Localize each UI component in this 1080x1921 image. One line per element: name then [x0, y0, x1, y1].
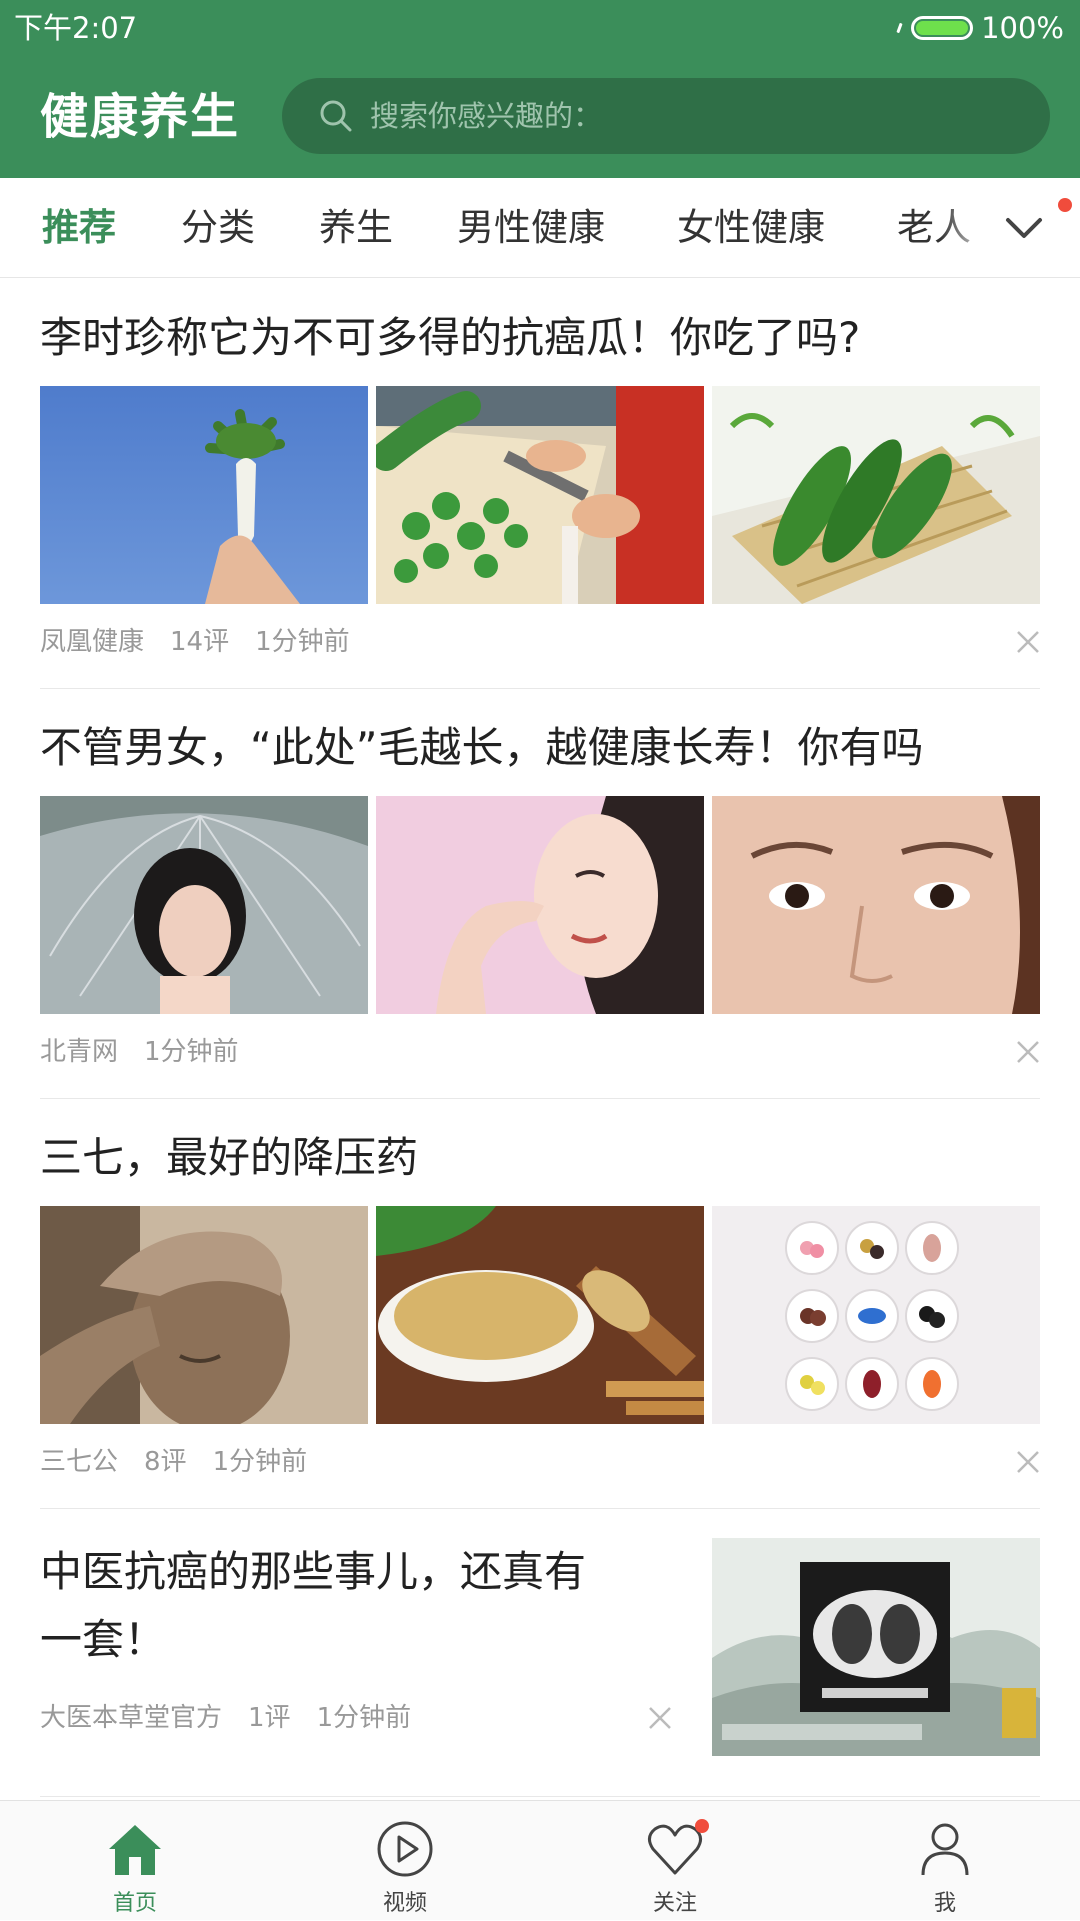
article-card[interactable]: 不管男女，“此处”毛越长，越健康长寿！你有吗 北青网 1分钟前 [40, 688, 1040, 1098]
nav-follow[interactable]: 关注 [575, 1801, 775, 1921]
article-meta: 三七公 8评 1分钟前 [40, 1442, 307, 1482]
nav-label: 关注 [652, 1891, 697, 1916]
close-icon [649, 1707, 671, 1729]
dismiss-button[interactable] [640, 1698, 680, 1738]
status-time: 下午2:07 [14, 11, 138, 45]
follow-badge [695, 1819, 709, 1833]
article-source: 大医本草堂官方 [40, 1703, 223, 1733]
cutting-bitter-melon-image [376, 386, 704, 604]
article-title[interactable]: 不管男女，“此处”毛越长，越健康长寿！你有吗 [40, 720, 924, 776]
tab-womens-health[interactable]: 女性健康 [677, 178, 825, 277]
article-source: 凤凰健康 [40, 627, 145, 657]
article-source: 北青网 [40, 1037, 119, 1067]
dismiss-button[interactable] [1008, 1032, 1048, 1072]
pills-cups-image [712, 1206, 1040, 1424]
publish-time: 1分钟前 [144, 1037, 239, 1067]
category-tabs: 推荐 分类 养生 男性健康 女性健康 老人 [0, 178, 1080, 278]
play-icon [375, 1819, 435, 1881]
article-feed[interactable]: 李时珍称它为不可多得的抗癌瓜！你吃了吗? 凤凰健康 14评 1分钟前 不管男女，… [0, 278, 1080, 1800]
comment-count: 8评 [144, 1447, 187, 1477]
signal-icon [896, 22, 903, 34]
divider [40, 1796, 1040, 1797]
app-header: 下午2:07 100% 健康养生 [0, 0, 1080, 178]
tab-health-care[interactable]: 养生 [319, 178, 393, 277]
woman-umbrella-image [40, 796, 368, 1014]
woman-nose-image [376, 796, 704, 1014]
home-icon [105, 1819, 165, 1881]
article-meta: 凤凰健康 14评 1分钟前 [40, 622, 350, 662]
article-card[interactable]: 三七，最好的降压药 三七公 8评 1分钟前 [40, 1098, 1040, 1508]
tab-recommend[interactable]: 推荐 [42, 178, 116, 277]
article-title-line: 一套！ [40, 1615, 167, 1664]
article-card[interactable]: 中医抗癌的那些事儿，还真有 一套！ 大医本草堂官方 1评 1分钟前 [40, 1508, 1040, 1796]
search-bar[interactable] [282, 78, 1050, 154]
battery-percent: 100% [981, 11, 1064, 45]
comment-count: 14评 [170, 627, 230, 657]
man-headache-image [40, 1206, 368, 1424]
eyes-closeup-image [712, 796, 1040, 1014]
person-icon [915, 1819, 975, 1881]
search-input[interactable] [368, 85, 1050, 147]
new-tab-badge [1058, 198, 1072, 212]
article-source: 三七公 [40, 1447, 119, 1477]
bottom-navigation: 首页 视频 关注 我 [0, 1800, 1080, 1920]
article-title[interactable]: 李时珍称它为不可多得的抗癌瓜！你吃了吗? [40, 310, 860, 366]
status-indicators: 100% [896, 8, 1064, 48]
search-icon [320, 100, 352, 132]
article-title-line: 中医抗癌的那些事儿，还真有 [40, 1547, 587, 1596]
close-icon [1017, 1041, 1039, 1063]
article-images [40, 386, 1040, 604]
tab-mens-health[interactable]: 男性健康 [457, 178, 605, 277]
article-images [40, 1206, 1040, 1424]
comment-count: 1评 [248, 1703, 291, 1733]
nav-video[interactable]: 视频 [305, 1801, 505, 1921]
dismiss-button[interactable] [1008, 1442, 1048, 1482]
article-meta: 大医本草堂官方 1评 1分钟前 [40, 1698, 411, 1738]
tab-category[interactable]: 分类 [181, 178, 255, 277]
nav-home[interactable]: 首页 [35, 1801, 235, 1921]
nav-label: 首页 [112, 1891, 157, 1916]
herbal-powder-image [376, 1206, 704, 1424]
close-icon [1017, 631, 1039, 653]
publish-time: 1分钟前 [212, 1447, 308, 1477]
nav-label: 我 [933, 1891, 956, 1916]
article-title[interactable]: 中医抗癌的那些事儿，还真有 一套！ [40, 1538, 586, 1674]
app-title: 健康养生 [40, 89, 241, 145]
bitter-melons-basket-image [712, 386, 1040, 604]
publish-time: 1分钟前 [316, 1703, 412, 1733]
more-tabs-button[interactable] [994, 198, 1054, 258]
battery-icon [911, 16, 974, 40]
lung-ct-video-image [712, 1538, 1040, 1756]
close-icon [1017, 1451, 1039, 1473]
article-card[interactable]: 李时珍称它为不可多得的抗癌瓜！你吃了吗? 凤凰健康 14评 1分钟前 [40, 278, 1040, 688]
article-meta: 北青网 1分钟前 [40, 1032, 239, 1072]
article-images [40, 796, 1040, 1014]
publish-time: 1分钟前 [255, 627, 350, 657]
nav-me[interactable]: 我 [845, 1801, 1045, 1921]
article-title[interactable]: 三七，最好的降压药 [40, 1130, 418, 1186]
radish-image [40, 386, 368, 604]
heart-icon [645, 1819, 709, 1881]
nav-label: 视频 [382, 1891, 427, 1916]
chevron-down-icon [1006, 218, 1042, 238]
dismiss-button[interactable] [1008, 622, 1048, 662]
